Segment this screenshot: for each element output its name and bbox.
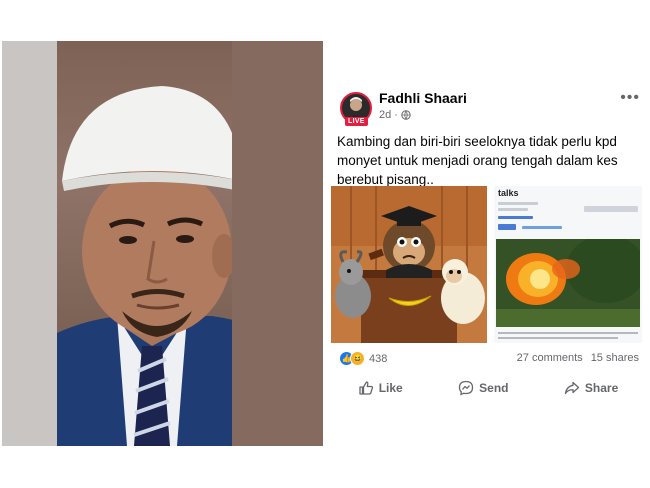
article-listen-button (498, 224, 516, 230)
article-site-name: talks (498, 188, 519, 198)
article-audio-wave (522, 226, 562, 229)
more-options-button[interactable]: ••• (620, 89, 640, 107)
share-label: Share (584, 381, 619, 395)
haha-reaction-icon: 😆 (350, 351, 365, 366)
facebook-post: LIVE Fadhli Shaari 2d · ••• Kambing dan … (330, 80, 646, 410)
live-badge: LIVE (345, 117, 368, 126)
photo-background-right (232, 41, 323, 446)
article-line (498, 208, 528, 211)
courtroom-cartoon-illustration (331, 186, 487, 343)
post-time[interactable]: 2d (379, 109, 391, 121)
share-arrow-icon (564, 381, 580, 395)
share-button[interactable]: Share (564, 380, 618, 396)
article-line (498, 216, 533, 219)
meta-separator: · (394, 109, 398, 121)
send-label: Send (479, 381, 509, 395)
article-fire-photo (496, 239, 640, 327)
globe-icon (401, 110, 411, 120)
comments-count[interactable]: 27 comments (517, 352, 583, 364)
shared-image-cartoon[interactable] (331, 186, 487, 343)
like-label: Like (378, 381, 403, 395)
post-meta: 2d · (379, 109, 411, 121)
article-caption-line (498, 337, 618, 339)
shared-image-article[interactable]: talks (494, 186, 642, 343)
fire-photo-illustration (496, 239, 640, 327)
article-line (498, 202, 538, 205)
author-name[interactable]: Fadhli Shaari (379, 90, 467, 106)
post-stats: 27 comments 15 shares (517, 352, 639, 364)
post-actions: Like Send Share (330, 380, 646, 396)
article-caption-line (498, 332, 638, 334)
portrait-photo (2, 41, 323, 446)
photo-background-left (2, 41, 57, 446)
thumbs-up-icon (359, 381, 373, 395)
like-button[interactable]: Like (358, 380, 403, 396)
messenger-icon (458, 380, 474, 396)
post-text: Kambing dan biri-biri seeloknya tidak pe… (337, 134, 618, 187)
shares-count[interactable]: 15 shares (591, 352, 639, 364)
reaction-summary[interactable]: 👍 😆 438 (339, 351, 387, 366)
send-button[interactable]: Send (458, 380, 508, 396)
reaction-count: 438 (369, 352, 388, 365)
article-share-icons (584, 206, 638, 212)
